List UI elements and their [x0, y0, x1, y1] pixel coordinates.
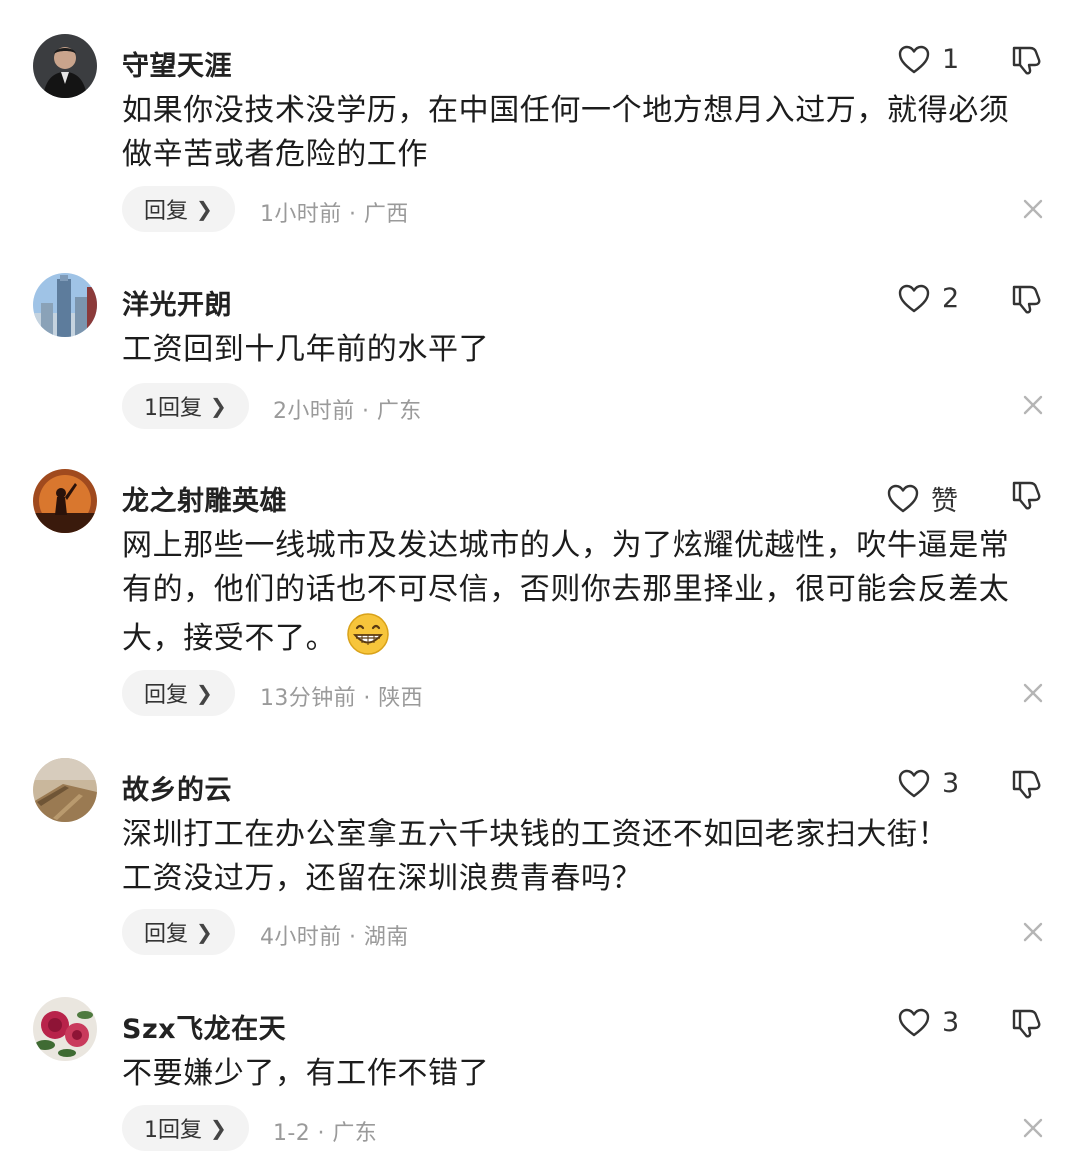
- heart-icon: [898, 769, 930, 799]
- thumbs-down-icon: [1010, 283, 1042, 315]
- separator: ·: [349, 202, 357, 227]
- chevron-right-icon: ❯: [196, 920, 213, 944]
- separator: ·: [362, 399, 370, 424]
- thumbs-down-icon: [1010, 1007, 1042, 1039]
- timestamp: 2小时前: [273, 399, 355, 424]
- dislike-button[interactable]: [1010, 1007, 1042, 1043]
- avatar[interactable]: [33, 758, 97, 822]
- username[interactable]: Szx飞龙在天: [122, 1007, 286, 1046]
- chevron-right-icon: ❯: [196, 197, 213, 221]
- username[interactable]: 洋光开朗: [122, 283, 232, 322]
- close-icon[interactable]: [1022, 198, 1044, 220]
- comment-meta: 1-2 · 广东: [273, 1115, 377, 1147]
- comment-meta: 13分钟前 · 陕西: [260, 680, 423, 712]
- comment-meta: 1小时前 · 广西: [260, 196, 409, 228]
- like-count: 3: [942, 1007, 960, 1038]
- thumbs-down-icon: [1010, 44, 1042, 76]
- separator: ·: [317, 1121, 325, 1146]
- username[interactable]: 龙之射雕英雄: [122, 479, 287, 518]
- avatar[interactable]: [33, 273, 97, 337]
- close-icon[interactable]: [1022, 1117, 1044, 1139]
- like-count: 1: [942, 44, 960, 75]
- like-count: 赞: [931, 486, 958, 517]
- avatar[interactable]: [33, 469, 97, 533]
- reply-button[interactable]: 回复 ❯: [122, 670, 235, 716]
- reply-label: 回复: [144, 683, 189, 708]
- reply-label: 1回复: [144, 396, 202, 421]
- like-button[interactable]: 1: [898, 44, 959, 75]
- comment-meta: 2小时前 · 广东: [273, 393, 422, 425]
- separator: ·: [363, 686, 371, 711]
- username[interactable]: 故乡的云: [122, 768, 232, 807]
- like-button[interactable]: 2: [898, 283, 959, 314]
- timestamp: 1小时前: [260, 202, 342, 227]
- comment-meta: 4小时前 · 湖南: [260, 919, 409, 951]
- location: 陕西: [378, 686, 424, 711]
- comment-text-body: 网上那些一线城市及发达城市的人，为了炫耀优越性，吹牛逼是常有的，他们的话也不可尽…: [122, 528, 1010, 656]
- dislike-button[interactable]: [1010, 283, 1042, 319]
- close-icon[interactable]: [1022, 394, 1044, 416]
- comment-text-line: 深圳打工在办公室拿五六千块钱的工资还不如回老家扫大街！: [122, 817, 949, 852]
- dislike-button[interactable]: [1010, 768, 1042, 804]
- like-button[interactable]: 3: [898, 1007, 959, 1038]
- dislike-button[interactable]: [1010, 479, 1042, 515]
- comment-text: 工资回到十几年前的水平了: [122, 332, 490, 367]
- comment-text: 网上那些一线城市及发达城市的人，为了炫耀优越性，吹牛逼是常有的，他们的话也不可尽…: [122, 524, 1037, 661]
- comment-text: 不要嫌少了，有工作不错了: [122, 1056, 490, 1091]
- location: 广西: [363, 202, 409, 227]
- reply-button[interactable]: 1回复 ❯: [122, 1105, 249, 1151]
- comment-text-line: 工资没过万，还留在深圳浪费青春吗？: [122, 861, 643, 896]
- chevron-right-icon: ❯: [210, 394, 227, 418]
- separator: ·: [349, 925, 357, 950]
- location: 广东: [332, 1121, 378, 1146]
- chevron-right-icon: ❯: [210, 1116, 227, 1140]
- username[interactable]: 守望天涯: [122, 44, 232, 83]
- location: 广东: [376, 399, 422, 424]
- thumbs-down-icon: [1010, 479, 1042, 511]
- heart-icon: [898, 45, 930, 75]
- avatar[interactable]: [33, 34, 97, 98]
- dislike-button[interactable]: [1010, 44, 1042, 80]
- like-count: 2: [942, 283, 960, 314]
- like-count: 3: [942, 768, 960, 799]
- close-icon[interactable]: [1022, 921, 1044, 943]
- reply-label: 回复: [144, 922, 189, 947]
- close-icon[interactable]: [1022, 682, 1044, 704]
- grinning-emoji-icon: [347, 613, 390, 655]
- avatar[interactable]: [33, 997, 97, 1061]
- thumbs-down-icon: [1010, 768, 1042, 800]
- reply-button[interactable]: 1回复 ❯: [122, 383, 249, 429]
- heart-icon: [898, 1008, 930, 1038]
- chevron-right-icon: ❯: [196, 681, 213, 705]
- like-button[interactable]: 赞: [887, 479, 958, 518]
- timestamp: 13分钟前: [260, 686, 356, 711]
- reply-label: 1回复: [144, 1118, 202, 1143]
- reply-button[interactable]: 回复 ❯: [122, 909, 235, 955]
- reply-label: 回复: [144, 199, 189, 224]
- timestamp: 4小时前: [260, 925, 342, 950]
- timestamp: 1-2: [273, 1121, 311, 1146]
- location: 湖南: [363, 925, 409, 950]
- like-button[interactable]: 3: [898, 768, 959, 799]
- reply-button[interactable]: 回复 ❯: [122, 186, 235, 232]
- heart-icon: [898, 284, 930, 314]
- comment-text: 如果你没技术没学历，在中国任何一个地方想月入过万，就得必须做辛苦或者危险的工作: [122, 93, 1010, 172]
- comment-text: 深圳打工在办公室拿五六千块钱的工资还不如回老家扫大街！ 工资没过万，还留在深圳浪…: [122, 813, 1037, 901]
- heart-icon: [887, 484, 919, 514]
